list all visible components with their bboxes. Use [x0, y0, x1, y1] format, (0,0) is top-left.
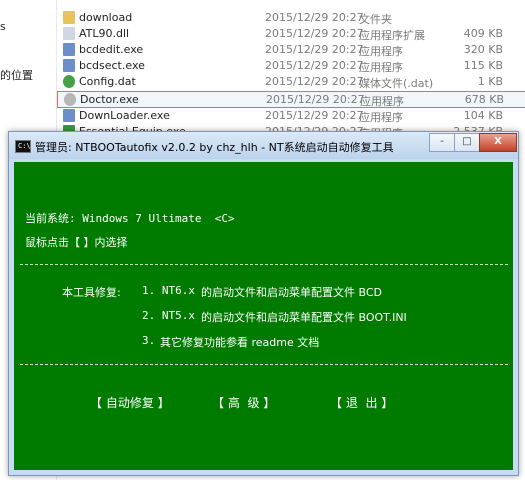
- console-app-icon[interactable]: C:\: [15, 140, 31, 153]
- separator-line: [20, 364, 508, 365]
- file-name: bcdsect.exe: [79, 59, 145, 72]
- folder-icon: [63, 11, 75, 24]
- file-name: Config.dat: [79, 75, 136, 88]
- console-window: C:\ 管理员: NTBOOTautofix v2.0.2 by chz_hlh…: [8, 131, 519, 476]
- exit-button[interactable]: 【 退 出 】: [330, 394, 393, 411]
- file-size: 104 KB: [463, 109, 503, 122]
- file-row[interactable]: bcdedit.exe 2015/12/29 20:27 应用程序 320 KB: [57, 42, 525, 58]
- file-type: 媒体文件(.dat): [359, 77, 434, 90]
- file-date: 2015/12/29 20:27: [265, 109, 364, 122]
- file-type: 文件夹: [359, 13, 392, 26]
- file-type: 应用程序: [359, 45, 403, 58]
- maximize-button[interactable]: □: [454, 133, 480, 152]
- file-name: Doctor.exe: [80, 93, 139, 106]
- file-date: 2015/12/29 20:27: [265, 27, 364, 40]
- dat-file-icon: [63, 75, 75, 88]
- file-row[interactable]: ATL90.dll 2015/12/29 20:27 应用程序扩展 409 KB: [57, 26, 525, 42]
- minimize-button[interactable]: -: [429, 133, 455, 152]
- file-row[interactable]: DownLoader.exe 2015/12/29 20:27 应用程序 104…: [57, 108, 525, 124]
- console-titlebar[interactable]: C:\ 管理员: NTBOOTautofix v2.0.2 by chz_hlh…: [9, 132, 518, 159]
- file-date: 2015/12/29 20:27: [265, 11, 364, 24]
- close-button[interactable]: X: [479, 133, 517, 152]
- file-row[interactable]: bcdsect.exe 2015/12/29 20:27 应用程序 115 KB: [57, 58, 525, 74]
- file-type: 应用程序: [359, 111, 403, 124]
- repair-item-1-text: 的启动文件和启动菜单配置文件 BCD: [201, 286, 382, 299]
- exe-file-icon: [63, 43, 75, 56]
- auto-repair-button[interactable]: 【 自动修复 】: [90, 394, 170, 411]
- exe-file-icon: [63, 109, 75, 122]
- advanced-button[interactable]: 【 高 级 】: [212, 394, 275, 411]
- file-name: DownLoader.exe: [79, 109, 170, 122]
- file-name: bcdedit.exe: [79, 43, 144, 56]
- exe-file-icon: [63, 59, 75, 72]
- file-date: 2015/12/29 20:27: [265, 75, 364, 88]
- console-content: 当前系统: Windows 7 Ultimate <C> 鼠标点击【 】内选择 …: [14, 162, 513, 470]
- repair-item-2-number: 2. NT5.x: [142, 309, 195, 322]
- file-date: 2015/12/29 20:27: [265, 59, 364, 72]
- file-size: 678 KB: [464, 93, 504, 106]
- repair-item-3-text: 其它修复功能参看 readme 文档: [160, 336, 320, 349]
- console-title: 管理员: NTBOOTautofix v2.0.2 by chz_hlh - N…: [35, 141, 394, 154]
- file-size: 320 KB: [463, 43, 503, 56]
- repair-item-3-number: 3.: [142, 334, 156, 347]
- file-size: 115 KB: [463, 59, 503, 72]
- sidebar-snippet[interactable]: s: [0, 20, 6, 33]
- file-size: 409 KB: [463, 27, 503, 40]
- sidebar-snippet[interactable]: 的位置: [0, 67, 33, 83]
- file-date: 2015/12/29 20:27: [266, 93, 365, 106]
- file-name: ATL90.dll: [79, 27, 130, 40]
- separator-line: [20, 264, 508, 265]
- file-type: 应用程序扩展: [359, 29, 425, 42]
- file-row[interactable]: download 2015/12/29 20:27 文件夹: [57, 10, 525, 26]
- file-row[interactable]: Config.dat 2015/12/29 20:27 媒体文件(.dat) 1…: [57, 74, 525, 90]
- click-hint-line: 鼠标点击【 】内选择: [25, 236, 128, 249]
- file-date: 2015/12/29 20:27: [265, 43, 364, 56]
- repair-item-1-number: 1. NT6.x: [142, 284, 195, 297]
- repair-header: 本工具修复:: [62, 286, 121, 299]
- file-type: 应用程序: [360, 95, 404, 108]
- file-row-selected[interactable]: Doctor.exe 2015/12/29 20:27 应用程序 678 KB: [57, 91, 525, 108]
- dll-file-icon: [63, 27, 75, 40]
- repair-item-2-text: 的启动文件和启动菜单配置文件 BOOT.INI: [201, 311, 407, 324]
- file-name: download: [79, 11, 133, 24]
- current-system-line: 当前系统: Windows 7 Ultimate <C>: [25, 212, 235, 225]
- doctor-app-icon: [64, 93, 76, 106]
- file-size: 1 KB: [477, 75, 503, 88]
- file-type: 应用程序: [359, 61, 403, 74]
